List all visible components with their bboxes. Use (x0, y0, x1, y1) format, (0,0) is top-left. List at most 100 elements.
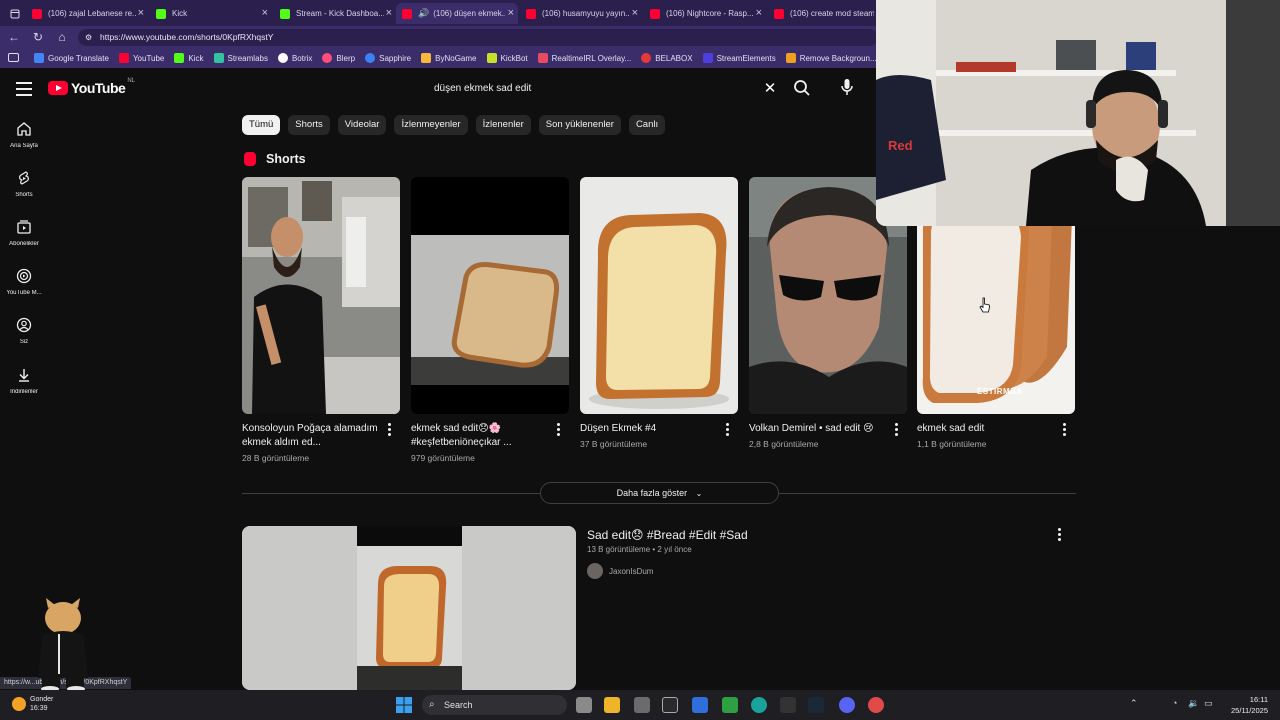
bookmark-item[interactable]: StreamElements (702, 53, 776, 63)
close-icon[interactable]: × (386, 7, 392, 19)
close-icon[interactable]: × (756, 7, 762, 19)
windows-start-icon[interactable] (396, 697, 412, 713)
guide-item-downloads[interactable]: İndirilenler (0, 367, 48, 395)
more-actions-icon[interactable] (891, 423, 901, 437)
home-button[interactable]: ⌂ (54, 29, 70, 45)
more-actions-icon[interactable] (1059, 423, 1069, 437)
short-card[interactable]: Düşen Ekmek #4 37 B görüntüleme (580, 177, 738, 449)
video-age: 2 yıl önce (657, 545, 692, 554)
bookmark-item[interactable]: Sapphire (365, 53, 411, 63)
chip-unwatched[interactable]: İzlenmeyenler (394, 115, 468, 135)
file-explorer-icon[interactable] (604, 697, 620, 713)
short-thumbnail[interactable] (411, 177, 569, 414)
app-icon-red[interactable] (868, 697, 884, 713)
steam-icon[interactable] (808, 697, 824, 713)
app-icon[interactable] (662, 697, 678, 713)
tab-actions-button[interactable] (4, 3, 22, 24)
channel-avatar[interactable] (587, 563, 603, 579)
editor-icon[interactable] (692, 697, 708, 713)
bookmark-item[interactable]: RealtimeIRL Overlay... (537, 53, 631, 63)
short-title[interactable]: ekmek sad edit😞🌸 #keşfetbeniöneçıkar ... (411, 422, 549, 450)
voice-search-button[interactable] (834, 74, 860, 100)
guide-item-subscriptions[interactable]: Abonelikler (0, 219, 48, 247)
video-channel[interactable]: JaxonIsDum (587, 563, 653, 579)
tab-3-active[interactable]: 🔊 (106) düşen ekmek... × (396, 3, 518, 24)
chevron-up-icon[interactable]: ⌃ (1130, 698, 1138, 709)
channel-name[interactable]: JaxonIsDum (609, 567, 653, 576)
close-icon[interactable]: × (262, 7, 268, 19)
short-title[interactable]: Volkan Demirel • sad edit 😢 (749, 422, 887, 436)
more-actions-icon[interactable] (722, 423, 732, 437)
video-thumbnail[interactable] (242, 526, 576, 690)
short-title[interactable]: Düşen Ekmek #4 (580, 422, 718, 436)
more-actions-icon[interactable] (384, 423, 394, 437)
guide-item-youtube-music[interactable]: YouTube M... (0, 268, 48, 296)
chip-videos[interactable]: Videolar (337, 115, 387, 135)
tab-6[interactable]: (106) create mod steam... (768, 3, 876, 24)
bookmark-item[interactable]: BELABOX (641, 53, 693, 63)
video-thumbnail-image (242, 526, 576, 690)
more-actions-icon[interactable] (1058, 528, 1061, 541)
menu-icon[interactable] (16, 82, 32, 96)
video-title[interactable]: Sad edit😞 #Bread #Edit #Sad (587, 528, 748, 542)
search-input[interactable]: düşen ekmek sad edit (424, 77, 784, 101)
close-icon[interactable]: × (138, 7, 144, 19)
excel-icon[interactable] (722, 697, 738, 713)
task-view-icon[interactable] (576, 697, 592, 713)
youtube-logo[interactable]: YouTube NL (48, 78, 135, 96)
bookmark-item[interactable]: YouTube (118, 53, 164, 63)
tab-2[interactable]: Stream - Kick Dashboa... × (274, 3, 396, 24)
taskbar-clock[interactable]: 16:11 25/11/2025 (1222, 694, 1268, 716)
reload-button[interactable]: ↻ (30, 29, 46, 45)
search-button[interactable] (790, 76, 814, 100)
battery-icon[interactable]: ▭ (1204, 698, 1213, 709)
epic-games-icon[interactable] (780, 697, 796, 713)
bookmark-item[interactable]: KickBot (486, 53, 528, 63)
guide-item-you[interactable]: Siz (0, 317, 48, 345)
short-card[interactable]: ekmek sad edit😞🌸 #keşfetbeniöneçıkar ...… (411, 177, 569, 463)
close-icon[interactable]: × (508, 7, 514, 19)
youtube-favicon-icon (526, 8, 536, 19)
more-actions-icon[interactable] (553, 423, 563, 437)
taskbar-search[interactable]: ⌕ Search (422, 695, 567, 715)
chip-recently-uploaded[interactable]: Son yüklenenler (538, 115, 621, 135)
bookmark-item[interactable]: Streamlabs (213, 53, 268, 63)
edge-icon[interactable] (751, 697, 767, 713)
tab-5[interactable]: (106) Nightcore - Rasp... × (644, 3, 766, 24)
shorts-shelf-heading: Shorts (244, 152, 306, 166)
volume-icon[interactable]: 🔉 (1188, 698, 1199, 709)
chip-all[interactable]: Tümü (242, 115, 281, 135)
short-card[interactable]: Konsoloyun Poğaça alamadım ekmek aldım e… (242, 177, 400, 463)
show-more-button[interactable]: Daha fazla göster ⌄ (540, 482, 779, 504)
site-info-icon[interactable]: ⚙ (85, 29, 92, 46)
short-views: 37 B görüntüleme (580, 439, 648, 449)
wifi-icon[interactable]: ◔ (1172, 698, 1177, 708)
tab-1[interactable]: Kick × (150, 3, 272, 24)
bookmark-item[interactable]: Google Translate (34, 53, 109, 63)
clear-search-icon[interactable]: ✕ (762, 79, 778, 97)
short-thumbnail[interactable] (580, 177, 738, 414)
url-field[interactable]: ⚙ https://www.youtube.com/shorts/0KpfRXh… (78, 29, 878, 46)
chip-watched[interactable]: İzlenenler (475, 115, 531, 135)
close-icon[interactable]: × (632, 7, 638, 19)
short-title[interactable]: ekmek sad edit (917, 422, 1055, 436)
short-thumbnail[interactable] (242, 177, 400, 414)
bookmarks-apps-icon[interactable] (8, 53, 19, 62)
chip-live[interactable]: Canlı (628, 115, 666, 135)
bookmark-item[interactable]: ByNoGame (421, 53, 477, 63)
youtube-favicon-icon (774, 8, 784, 19)
back-button[interactable]: ← (6, 29, 22, 45)
weather-widget[interactable]: Gonder 16:39 (12, 695, 53, 713)
guide-item-shorts[interactable]: Shorts (0, 170, 48, 198)
bookmark-item[interactable]: Kick (174, 53, 204, 63)
tab-4[interactable]: (106) husamyuyu yayın... × (520, 3, 642, 24)
tab-0[interactable]: (106) zajal Lebanese re... × (26, 3, 148, 24)
guide-item-home[interactable]: Ana Sayfa (0, 121, 48, 149)
bookmark-item[interactable]: Remove Backgroun... (785, 53, 877, 63)
bookmark-item[interactable]: Botrix (277, 53, 312, 63)
discord-icon[interactable] (839, 697, 855, 713)
bookmark-item[interactable]: Blerp (322, 53, 355, 63)
store-icon[interactable] (634, 697, 650, 713)
short-title[interactable]: Konsoloyun Poğaça alamadım ekmek aldım e… (242, 422, 380, 450)
chip-shorts[interactable]: Shorts (288, 115, 330, 135)
